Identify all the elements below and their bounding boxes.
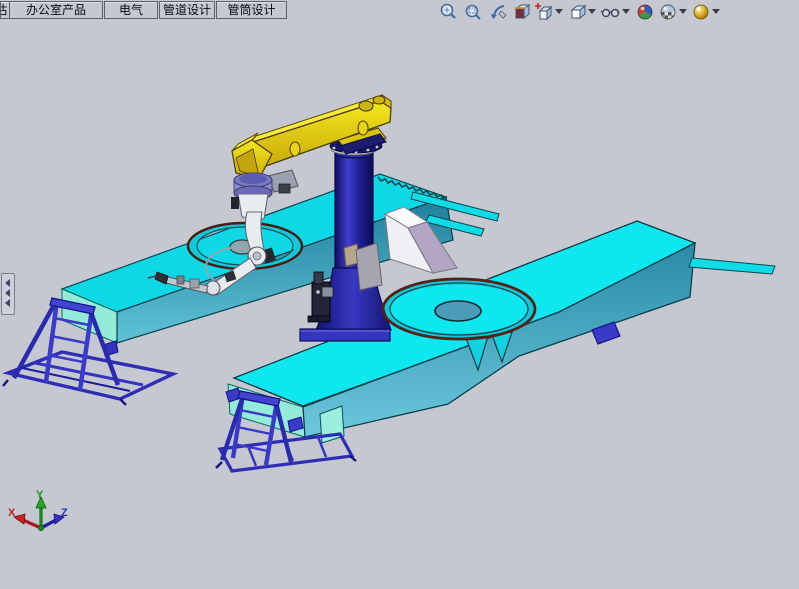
expand-arrow-icon xyxy=(5,289,10,297)
orientation-triad: Y X Z xyxy=(8,489,68,531)
tab-tubing-design[interactable]: 管筒设计 xyxy=(216,1,287,19)
view-settings-icon[interactable] xyxy=(691,2,711,22)
tab-piping-design[interactable]: 管道设计 xyxy=(159,1,215,19)
previous-view-icon[interactable] xyxy=(488,2,508,22)
boom-top-hole xyxy=(359,101,373,111)
triad-z-label: Z xyxy=(61,507,68,519)
triad-y-label: Y xyxy=(36,489,44,501)
zoom-to-fit-icon[interactable] xyxy=(438,2,458,22)
expand-arrow-icon xyxy=(5,279,10,287)
boom-side-hole xyxy=(358,121,368,135)
display-style-icon[interactable] xyxy=(568,2,588,22)
end-tab-plate xyxy=(689,258,775,274)
section-view-icon[interactable] xyxy=(512,2,532,22)
view-settings-dropdown[interactable] xyxy=(712,9,720,14)
display-style-dropdown[interactable] xyxy=(588,9,596,14)
view-orientation-icon[interactable] xyxy=(534,2,554,22)
hide-show-items-icon[interactable] xyxy=(600,2,620,22)
view-orientation-dropdown[interactable] xyxy=(555,9,563,14)
expand-arrow-icon xyxy=(5,299,10,307)
boom-top-hole xyxy=(373,96,385,104)
tab-electrical[interactable]: 电气 xyxy=(104,1,158,19)
zoom-to-area-icon[interactable] xyxy=(463,2,483,22)
solidworks-window: { "app": { "name": "SolidWorks graphics … xyxy=(0,0,799,589)
triad-x-label: X xyxy=(8,507,16,519)
boom-side-hole xyxy=(290,142,300,156)
tab-office-products[interactable]: 办公室产品 xyxy=(9,1,103,19)
apply-scene-dropdown[interactable] xyxy=(679,9,687,14)
apply-scene-icon[interactable] xyxy=(658,2,678,22)
hide-show-items-dropdown[interactable] xyxy=(622,9,630,14)
feature-manager-collapsed-toggle[interactable] xyxy=(1,273,15,315)
cad-viewport[interactable]: Y X Z xyxy=(0,0,799,589)
edit-appearance-icon[interactable] xyxy=(635,2,655,22)
